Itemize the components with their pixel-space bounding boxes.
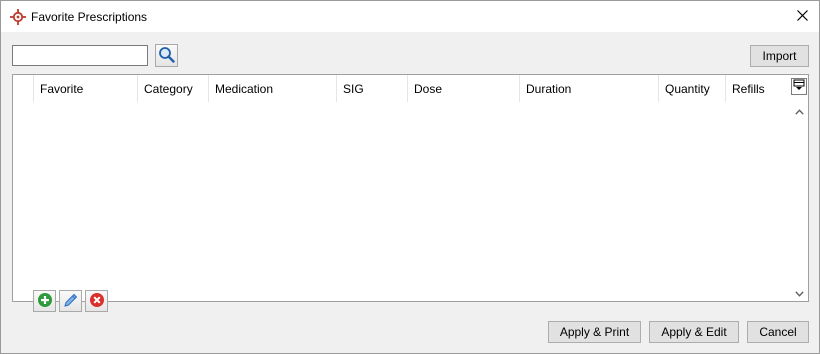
title-bar: Favorite Prescriptions	[1, 1, 819, 32]
cancel-button[interactable]: Cancel	[747, 321, 809, 343]
column-header-medication[interactable]: Medication	[209, 75, 337, 102]
apply-edit-button[interactable]: Apply & Edit	[649, 321, 739, 343]
column-header-favorite[interactable]: Favorite	[34, 75, 138, 102]
delete-favorite-button[interactable]	[85, 290, 108, 312]
favorite-prescriptions-dialog: Favorite Prescriptions Import Favorite C…	[0, 0, 820, 354]
search-button[interactable]	[155, 44, 178, 67]
column-header-category[interactable]: Category	[138, 75, 209, 102]
chevron-down-icon	[795, 286, 804, 300]
column-header-selector[interactable]	[13, 75, 34, 102]
column-header-dose[interactable]: Dose	[408, 75, 520, 102]
chevron-up-icon	[795, 104, 804, 118]
magnifier-icon	[158, 46, 175, 66]
scroll-down-button[interactable]	[791, 284, 808, 301]
delete-icon	[89, 292, 105, 311]
favorites-grid: Favorite Category Medication SIG Dose Du…	[12, 74, 809, 302]
window-title: Favorite Prescriptions	[31, 10, 148, 24]
grid-header: Favorite Category Medication SIG Dose Du…	[13, 75, 792, 102]
search-input[interactable]	[12, 45, 148, 66]
close-icon	[796, 9, 808, 24]
column-header-quantity[interactable]: Quantity	[659, 75, 726, 102]
column-header-sig[interactable]: SIG	[337, 75, 408, 102]
import-button[interactable]: Import	[750, 45, 809, 67]
scroll-up-button[interactable]	[791, 102, 808, 119]
column-header-refills[interactable]: Refills	[726, 75, 792, 102]
add-icon	[37, 292, 53, 311]
pencil-icon	[63, 292, 79, 311]
close-button[interactable]	[785, 1, 819, 32]
vertical-scrollbar[interactable]	[791, 102, 808, 301]
apply-print-button[interactable]: Apply & Print	[548, 321, 641, 343]
column-chooser-icon	[793, 79, 805, 94]
edit-favorite-button[interactable]	[59, 290, 82, 312]
crosshair-target-icon	[10, 9, 26, 25]
column-header-duration[interactable]: Duration	[520, 75, 659, 102]
column-chooser-button[interactable]	[791, 78, 807, 95]
add-favorite-button[interactable]	[33, 290, 56, 312]
